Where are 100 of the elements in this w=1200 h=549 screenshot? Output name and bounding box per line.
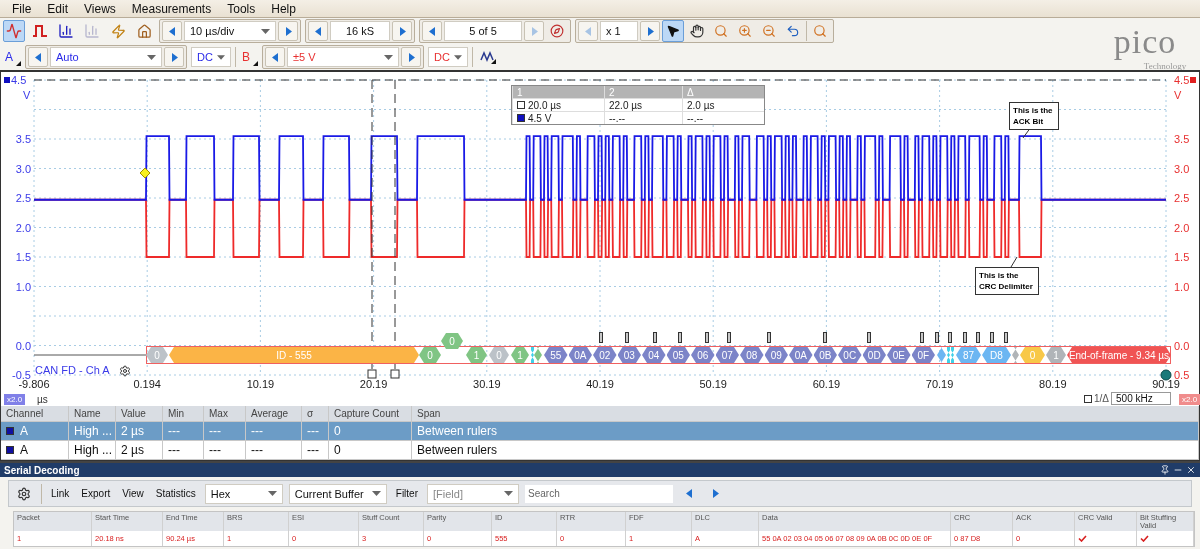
triangle-left-icon <box>428 26 436 36</box>
filter-button[interactable]: Filter <box>392 483 421 504</box>
menu-item[interactable]: Tools <box>221 1 262 16</box>
decoded-field[interactable]: 0B <box>813 347 837 363</box>
step-right-button[interactable] <box>640 21 660 41</box>
stuff-bit-marker-icon <box>653 332 657 343</box>
decoded-field[interactable] <box>534 347 542 363</box>
decoded-field[interactable]: 1 <box>1046 347 1066 363</box>
decoded-field[interactable]: 07 <box>715 347 739 363</box>
decoded-field[interactable] <box>937 347 946 363</box>
pointer-button[interactable] <box>662 20 684 42</box>
decoded-field[interactable]: 06 <box>691 347 715 363</box>
toolbar-button[interactable]: View <box>119 483 147 504</box>
view-mode-button[interactable] <box>3 20 25 42</box>
samples-field[interactable]: 16 kS <box>330 21 390 41</box>
decoded-field[interactable]: 0 <box>489 347 509 363</box>
corner-triangle-icon <box>253 61 258 66</box>
toolbar-button[interactable]: Export <box>78 483 114 504</box>
pin-icon[interactable] <box>1160 465 1170 475</box>
field-dropdown[interactable]: [Field] <box>427 483 519 504</box>
channel-button[interactable]: A <box>3 46 21 68</box>
step-left-button[interactable] <box>265 47 285 67</box>
format-dropdown[interactable]: Hex <box>204 483 283 504</box>
decoded-field[interactable] <box>531 347 534 363</box>
table-row[interactable]: A High ... 2 µs --- --- --- --- 0 Between rulers <box>1 441 1199 460</box>
table-cell: --- <box>307 424 319 438</box>
decoded-field[interactable] <box>947 347 950 363</box>
decoded-field[interactable]: 08 <box>740 347 764 363</box>
menu-item[interactable]: Edit <box>41 1 75 16</box>
step-right-button[interactable] <box>401 47 421 67</box>
decoded-field[interactable]: 03 <box>617 347 641 363</box>
range-dropdown[interactable]: ±5 V <box>287 47 399 67</box>
caret-icon <box>384 54 393 60</box>
step-left-button[interactable] <box>28 47 48 67</box>
step-right-button[interactable] <box>278 21 298 41</box>
buffer-field[interactable]: 5 of 5 <box>444 21 522 41</box>
search-field[interactable]: Search <box>525 484 673 503</box>
decoded-field[interactable]: 55 <box>544 347 568 363</box>
scale-badge: x2.0 <box>1179 394 1200 405</box>
trigger-marker-icon[interactable] <box>139 167 151 179</box>
menu-item[interactable]: Views <box>78 1 122 16</box>
decoded-field[interactable] <box>951 347 954 363</box>
decoded-field[interactable]: 0A <box>789 347 813 363</box>
decoded-field[interactable]: 04 <box>642 347 666 363</box>
decoded-field[interactable]: End-of-frame - 9.34 µs <box>1067 347 1171 363</box>
column-header: Min <box>163 406 204 421</box>
decoded-field[interactable]: 05 <box>666 347 690 363</box>
decoded-field[interactable]: 87 <box>956 347 981 363</box>
caret-icon <box>453 54 462 60</box>
table-row[interactable]: A High ... 2 µs --- --- --- --- 0 Between rulers <box>1 422 1199 441</box>
coupling-dropdown[interactable]: DC <box>191 47 231 67</box>
toolbar-button[interactable]: Link <box>48 483 73 504</box>
decoded-field[interactable]: 09 <box>764 347 788 363</box>
dot-icon[interactable] <box>1160 369 1172 381</box>
panel-title: Serial Decoding <box>4 464 80 476</box>
decoded-field[interactable]: 0A <box>568 347 592 363</box>
decoded-field[interactable]: 0F <box>911 347 935 363</box>
ruler-line[interactable] <box>367 79 377 379</box>
menu-item[interactable]: Help <box>265 1 302 16</box>
timebase-dropdown[interactable]: 10 µs/div <box>184 21 276 41</box>
channel-button[interactable]: B <box>240 46 258 68</box>
caret-icon <box>504 491 513 496</box>
settings-icon <box>17 486 31 501</box>
settings-icon[interactable] <box>119 365 131 377</box>
step-left-button[interactable] <box>308 21 328 41</box>
coupling-dropdown[interactable]: DC <box>428 47 468 67</box>
axis-label: 1.5 <box>1174 251 1190 263</box>
bar-chart-icon <box>58 23 74 39</box>
menu-item[interactable]: File <box>6 1 38 16</box>
ruler-line[interactable] <box>390 79 400 379</box>
decoded-field[interactable]: 0C <box>838 347 862 363</box>
step-right-button[interactable] <box>164 47 184 67</box>
decoded-field[interactable]: ID - 555 <box>169 347 419 363</box>
table-cell: 0 <box>334 424 341 438</box>
decoded-field[interactable]: 0 <box>419 347 441 363</box>
decoded-field[interactable] <box>1012 347 1019 363</box>
menu-item[interactable]: Measurements <box>125 1 218 16</box>
triangle-right-icon <box>170 52 178 62</box>
table-cell: --.-- <box>609 112 626 124</box>
step-right-button[interactable] <box>392 21 412 41</box>
decoded-field[interactable]: 02 <box>593 347 617 363</box>
caret-icon <box>147 54 156 60</box>
frequency-field[interactable]: 500 kHz <box>1111 392 1172 405</box>
axis-label: 3.5 <box>1174 133 1190 145</box>
zoom-field[interactable]: x 1 <box>600 21 638 41</box>
decoded-field[interactable]: 0D <box>862 347 886 363</box>
range-dropdown[interactable]: Auto <box>50 47 162 67</box>
pointer-icon <box>666 24 680 38</box>
decoded-field[interactable]: 0E <box>887 347 911 363</box>
decoded-field[interactable]: 1 <box>466 347 487 363</box>
toolbar-button[interactable]: Statistics <box>152 483 199 504</box>
decoded-field[interactable]: D8 <box>982 347 1011 363</box>
decoded-field[interactable]: 0 <box>441 333 463 349</box>
decoded-field[interactable]: 1 <box>511 347 529 363</box>
step-left-button[interactable] <box>162 21 182 41</box>
triangle-left-icon <box>685 489 693 498</box>
buffer-dropdown[interactable]: Current Buffer <box>288 483 387 504</box>
step-left-button[interactable] <box>422 21 442 41</box>
decoded-field[interactable]: 0 <box>146 347 168 363</box>
close-icon[interactable] <box>1186 465 1196 475</box>
